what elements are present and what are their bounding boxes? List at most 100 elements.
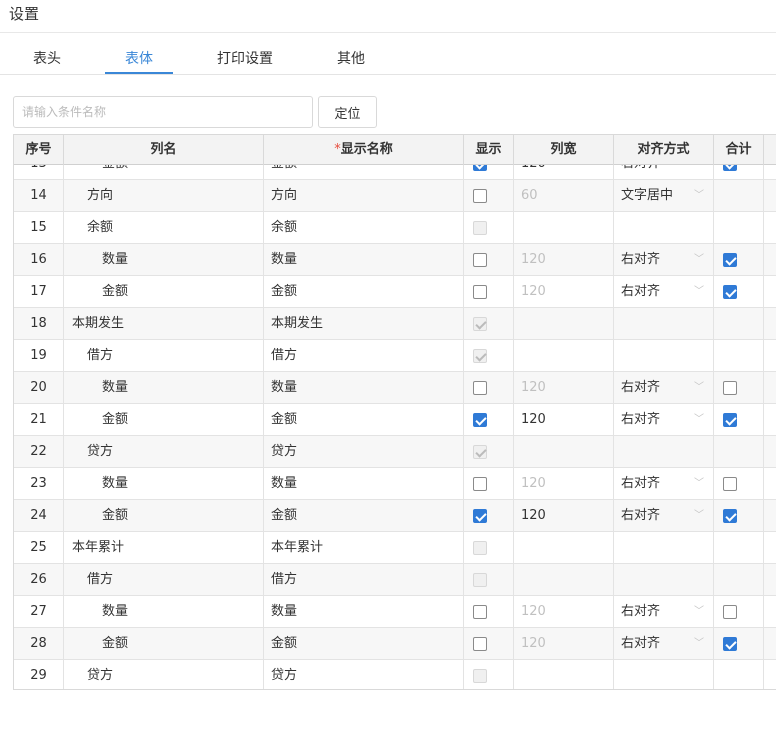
display-name-field[interactable]: 贷方 [264, 436, 464, 468]
display-name-field[interactable]: 借方 [264, 564, 464, 596]
display-name-field[interactable]: 数量 [264, 596, 464, 628]
table-row[interactable]: 18 本期发生 本期发生 [14, 308, 776, 340]
display-name-field[interactable]: 数量 [264, 372, 464, 404]
display-name-field[interactable]: 本期发生 [264, 308, 464, 340]
tab-other[interactable]: 其他 [325, 48, 377, 68]
display-name-field[interactable]: 本年累计 [264, 532, 464, 564]
sum-cell [714, 532, 764, 564]
col-header-display: *显示名称 [264, 135, 464, 165]
row-number: 20 [14, 372, 64, 404]
width-field[interactable]: 120 [514, 165, 614, 180]
show-cell [464, 500, 514, 532]
sum-checkbox[interactable] [723, 413, 737, 427]
align-select[interactable]: 右对齐 ﹀ [614, 468, 714, 500]
sum-checkbox[interactable] [723, 381, 737, 395]
display-name-field[interactable]: 金额 [264, 276, 464, 308]
tab-print-settings[interactable]: 打印设置 [205, 48, 285, 68]
table-row[interactable]: 24 金额 金额 120 右对齐 ﹀ [14, 500, 776, 532]
show-checkbox[interactable] [473, 165, 487, 171]
show-checkbox [473, 669, 487, 683]
display-name-field[interactable]: 贷方 [264, 660, 464, 689]
align-select[interactable]: 右对齐 ﹀ [614, 404, 714, 436]
table-row[interactable]: 20 数量 数量 120 右对齐 ﹀ [14, 372, 776, 404]
sum-checkbox[interactable] [723, 605, 737, 619]
width-field[interactable]: 120 [514, 628, 614, 660]
align-select[interactable]: 右对齐 ﹀ [614, 244, 714, 276]
width-field[interactable]: 120 [514, 596, 614, 628]
row-number: 24 [14, 500, 64, 532]
align-select[interactable]: 右对齐 ﹀ [614, 165, 714, 180]
table-row[interactable]: 28 金额 金额 120 右对齐 ﹀ [14, 628, 776, 660]
row-number: 28 [14, 628, 64, 660]
tab-header[interactable]: 表头 [20, 48, 74, 68]
row-number: 22 [14, 436, 64, 468]
display-name-field[interactable]: 方向 [264, 180, 464, 212]
page-title: 设置 [9, 5, 40, 23]
display-name-field[interactable]: 金额 [264, 404, 464, 436]
width-field[interactable]: 120 [514, 468, 614, 500]
display-name-field[interactable]: 余额 [264, 212, 464, 244]
table-row[interactable]: 17 金额 金额 120 右对齐 ﹀ [14, 276, 776, 308]
width-field[interactable]: 120 [514, 276, 614, 308]
sum-cell [714, 308, 764, 340]
search-input[interactable] [13, 96, 313, 128]
align-select[interactable]: 右对齐 ﹀ [614, 276, 714, 308]
table-row[interactable]: 26 借方 借方 [14, 564, 776, 596]
display-name-field[interactable]: 金额 [264, 500, 464, 532]
table-body[interactable]: 13金额金额120右对齐﹀14方向方向60文字居中﹀15余额余额16数量数量12… [14, 165, 776, 689]
row-number: 16 [14, 244, 64, 276]
sum-checkbox[interactable] [723, 477, 737, 491]
table-row[interactable]: 21 金额 金额 120 右对齐 ﹀ [14, 404, 776, 436]
col-header-name: 列名 [64, 135, 264, 165]
show-checkbox[interactable] [473, 285, 487, 299]
align-select[interactable]: 文字居中 ﹀ [614, 180, 714, 212]
table-row[interactable]: 22 贷方 贷方 [14, 436, 776, 468]
table-row[interactable]: 23 数量 数量 120 右对齐 ﹀ [14, 468, 776, 500]
table-row[interactable]: 29 贷方 贷方 [14, 660, 776, 689]
show-checkbox[interactable] [473, 637, 487, 651]
locate-button[interactable]: 定位 [318, 96, 377, 128]
sum-cell [714, 372, 764, 404]
column-name: 本期发生 [64, 308, 264, 340]
sum-checkbox[interactable] [723, 509, 737, 523]
show-checkbox[interactable] [473, 477, 487, 491]
show-cell [464, 180, 514, 212]
display-name-field[interactable]: 数量 [264, 468, 464, 500]
show-checkbox [473, 317, 487, 331]
show-checkbox[interactable] [473, 253, 487, 267]
display-name-field[interactable]: 金额 [264, 165, 464, 180]
sum-checkbox[interactable] [723, 165, 737, 171]
show-checkbox[interactable] [473, 381, 487, 395]
table-row[interactable]: 14 方向 方向 60 文字居中 ﹀ [14, 180, 776, 212]
width-field[interactable]: 60 [514, 180, 614, 212]
display-name-field[interactable]: 数量 [264, 244, 464, 276]
active-tab-indicator [105, 72, 173, 74]
show-checkbox[interactable] [473, 413, 487, 427]
align-select [614, 340, 714, 372]
align-select[interactable]: 右对齐 ﹀ [614, 596, 714, 628]
show-checkbox[interactable] [473, 189, 487, 203]
col-header-display-label: 显示名称 [340, 142, 393, 157]
sum-checkbox[interactable] [723, 637, 737, 651]
table-row[interactable]: 27 数量 数量 120 右对齐 ﹀ [14, 596, 776, 628]
table-row[interactable]: 13金额金额120右对齐﹀ [14, 165, 776, 180]
column-name: 借方 [64, 564, 264, 596]
display-name-field[interactable]: 金额 [264, 628, 464, 660]
width-field[interactable]: 120 [514, 500, 614, 532]
align-select[interactable]: 右对齐 ﹀ [614, 628, 714, 660]
show-checkbox[interactable] [473, 605, 487, 619]
show-checkbox[interactable] [473, 509, 487, 523]
align-select[interactable]: 右对齐 ﹀ [614, 500, 714, 532]
table-row[interactable]: 16 数量 数量 120 右对齐 ﹀ [14, 244, 776, 276]
table-row[interactable]: 15 余额 余额 [14, 212, 776, 244]
display-name-field[interactable]: 借方 [264, 340, 464, 372]
width-field[interactable]: 120 [514, 244, 614, 276]
width-field[interactable]: 120 [514, 372, 614, 404]
sum-checkbox[interactable] [723, 285, 737, 299]
table-row[interactable]: 25 本年累计 本年累计 [14, 532, 776, 564]
width-field[interactable]: 120 [514, 404, 614, 436]
align-select[interactable]: 右对齐 ﹀ [614, 372, 714, 404]
sum-checkbox[interactable] [723, 253, 737, 267]
table-row[interactable]: 19 借方 借方 [14, 340, 776, 372]
tab-body[interactable]: 表体 [105, 48, 173, 68]
